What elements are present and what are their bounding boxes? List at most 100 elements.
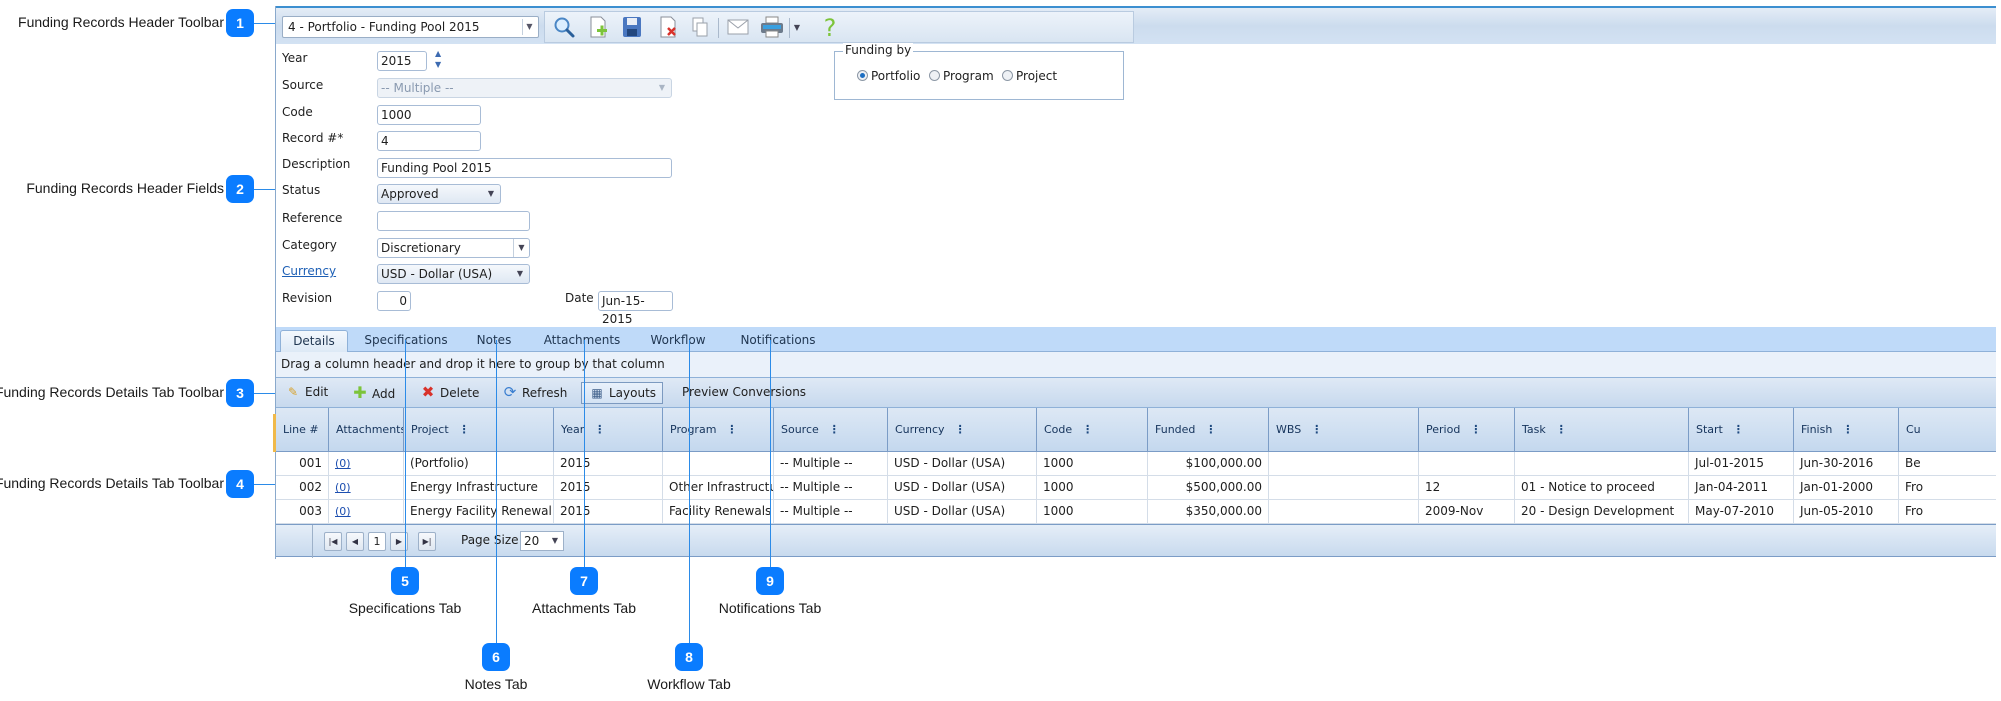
callout-label-7: Attachments Tab [531, 600, 637, 616]
callout-badge-2: 2 [226, 175, 254, 203]
column-header-finish[interactable]: Finish ⋮ [1794, 408, 1899, 452]
previous-page-icon[interactable]: ◀ [346, 532, 364, 551]
chevron-down-icon: ▼ [516, 269, 523, 278]
year-spin-up-icon[interactable]: ▲ [435, 50, 441, 58]
email-icon[interactable] [725, 15, 751, 41]
column-menu-icon[interactable]: ⋮ [594, 408, 605, 452]
current-page[interactable]: 1 [368, 532, 386, 551]
tab-notes[interactable]: Notes [464, 330, 524, 352]
callout-label-8: Workflow Tab [647, 676, 731, 692]
column-header-cu[interactable]: Cu [1899, 408, 2001, 452]
first-page-icon[interactable]: |◀ [324, 532, 342, 551]
revision-field[interactable]: 0 [377, 291, 411, 311]
column-menu-icon[interactable]: ⋮ [955, 408, 966, 452]
currency-link[interactable]: Currency [282, 264, 336, 278]
add-document-icon[interactable] [585, 15, 611, 41]
refresh-button[interactable]: ⟳ Refresh [501, 382, 568, 404]
column-header-start[interactable]: Start ⋮ [1689, 408, 1794, 452]
search-icon[interactable] [551, 15, 577, 41]
column-header-task[interactable]: Task ⋮ [1515, 408, 1689, 452]
last-page-icon[interactable]: ▶| [418, 532, 436, 551]
help-icon[interactable]: ? [817, 15, 843, 41]
attachments-link[interactable]: (0) [329, 452, 404, 476]
column-menu-icon[interactable]: ⋮ [1556, 408, 1567, 452]
chevron-down-icon[interactable]: ▼ [522, 19, 536, 35]
radio-project-label: Project [1016, 69, 1058, 83]
source-select[interactable]: -- Multiple -- ▼ [377, 78, 672, 98]
refresh-icon: ⟳ [503, 383, 517, 401]
delete-button[interactable]: ✖ Delete [419, 382, 480, 404]
page-size-value: 20 [524, 534, 540, 548]
cell-cu: Fro [1899, 500, 2001, 524]
column-header-wbs[interactable]: WBS ⋮ [1269, 408, 1419, 452]
callout-badge-8: 8 [675, 643, 703, 671]
column-menu-icon[interactable]: ⋮ [459, 408, 470, 452]
layouts-button[interactable]: ▦ Layouts [581, 382, 663, 404]
currency-select[interactable]: USD - Dollar (USA) ▼ [377, 264, 530, 284]
column-header-currency[interactable]: Currency ⋮ [888, 408, 1037, 452]
radio-program[interactable]: Program [929, 69, 994, 83]
tab-workflow[interactable]: Workflow [638, 330, 718, 352]
status-select[interactable]: Approved ▼ [377, 184, 501, 204]
column-header-period[interactable]: Period ⋮ [1419, 408, 1515, 452]
column-header-year[interactable]: Year ⋮ [554, 408, 663, 452]
column-menu-icon[interactable]: ⋮ [1733, 408, 1744, 452]
column-header-funded[interactable]: Funded ⋮ [1148, 408, 1269, 452]
chevron-down-icon[interactable]: ▼ [513, 239, 529, 257]
callout-label-5: Specifications Tab [348, 600, 462, 616]
layouts-label: Layouts [609, 386, 657, 400]
attachments-link[interactable]: (0) [329, 500, 404, 524]
copy-icon[interactable] [687, 15, 713, 41]
column-header-line[interactable]: Line # [276, 408, 329, 452]
table-row[interactable]: 001 (0) (Portfolio) 2015 -- Multiple -- USD -… [276, 452, 1996, 476]
print-icon[interactable] [759, 15, 785, 41]
reference-field[interactable] [377, 211, 530, 231]
category-label: Category [282, 238, 337, 252]
save-icon[interactable] [619, 15, 645, 41]
radio-portfolio[interactable]: Portfolio [857, 69, 920, 83]
column-header-source[interactable]: Source ⋮ [774, 408, 888, 452]
attachments-link[interactable]: (0) [329, 476, 404, 500]
description-field[interactable]: Funding Pool 2015 [377, 158, 672, 178]
preview-conversions-button[interactable]: Preview Conversions [682, 382, 806, 404]
column-menu-icon[interactable]: ⋮ [1470, 408, 1481, 452]
date-field[interactable]: Jun-15-2015 [598, 291, 673, 326]
tab-attachments[interactable]: Attachments [534, 330, 630, 352]
column-header-program[interactable]: Program ⋮ [663, 408, 774, 452]
year-field[interactable]: 2015 [377, 51, 427, 71]
print-dropdown-icon[interactable]: ▼ [790, 15, 804, 41]
cell-project: (Portfolio) [404, 452, 554, 476]
column-menu-icon[interactable]: ⋮ [726, 408, 737, 452]
tab-specifications[interactable]: Specifications [356, 330, 456, 352]
category-select[interactable]: Discretionary ▼ [377, 238, 530, 258]
column-menu-icon[interactable]: ⋮ [1082, 408, 1093, 452]
column-menu-icon[interactable]: ⋮ [829, 408, 840, 452]
delete-document-icon[interactable] [655, 15, 681, 41]
tab-notifications[interactable]: Notifications [728, 330, 828, 352]
tab-details[interactable]: Details [280, 330, 348, 352]
radio-project[interactable]: Project [1002, 69, 1057, 83]
table-row[interactable]: 002 (0) Energy Infrastructure 2015 Other Inf… [276, 476, 1996, 500]
column-menu-icon[interactable]: ⋮ [1311, 408, 1322, 452]
column-menu-icon[interactable]: ⋮ [1842, 408, 1853, 452]
record-number-label: Record #* [282, 131, 344, 145]
callout-badge-6: 6 [482, 643, 510, 671]
group-by-panel[interactable]: Drag a column header and drop it here to… [276, 352, 1996, 378]
code-field[interactable]: 1000 [377, 105, 481, 125]
year-spin-down-icon[interactable]: ▼ [435, 61, 441, 69]
record-selector[interactable]: 4 - Portfolio - Funding Pool 2015 ▼ [282, 16, 539, 38]
table-row[interactable]: 003 (0) Energy Facility Renewal 1 2015 Facil… [276, 500, 1996, 524]
column-header-label: WBS [1276, 423, 1302, 436]
column-header-label: Line # [283, 423, 319, 436]
page-size-select[interactable]: 20 ▼ [520, 531, 564, 551]
cell-funded: $350,000.00 [1148, 500, 1269, 524]
edit-button[interactable]: ✎ Edit [284, 382, 328, 404]
add-button[interactable]: ✚ Add [351, 382, 395, 404]
column-header-attachments[interactable]: Attachments [329, 408, 404, 452]
column-header-code[interactable]: Code ⋮ [1037, 408, 1148, 452]
column-header-project[interactable]: Project ⋮ [404, 408, 554, 452]
column-header-label: Project [411, 423, 449, 436]
cell-task [1515, 452, 1689, 476]
record-number-field[interactable]: 4 [377, 131, 481, 151]
column-menu-icon[interactable]: ⋮ [1205, 408, 1216, 452]
